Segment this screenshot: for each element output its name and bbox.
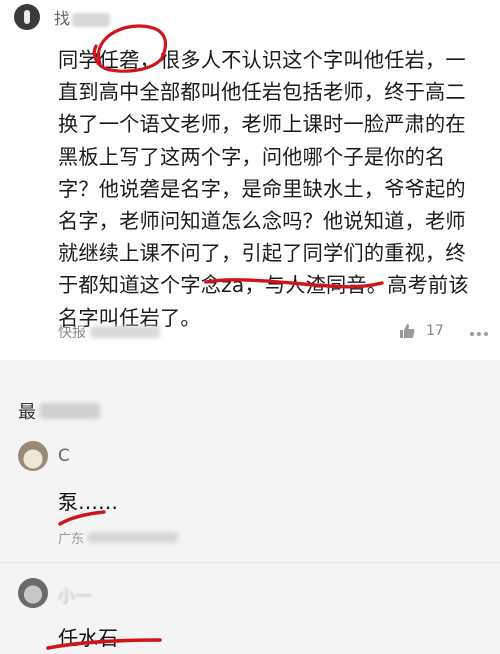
comment-author-name[interactable]: 小一 — [58, 582, 92, 607]
post-author[interactable]: 找 — [14, 4, 111, 30]
comment-avatar[interactable] — [18, 578, 48, 608]
thumbs-up-icon — [400, 324, 415, 338]
post-card: 找 同学任砻，很多人不认识这个字叫他任岩，一直到高中全部都叫他任岩包括老师，终于… — [0, 0, 500, 360]
author-name-blurred — [72, 12, 111, 27]
divider — [0, 562, 500, 563]
section-title-blurred — [40, 403, 100, 419]
comment-meta-blurred — [88, 532, 179, 543]
comment-text: 任水石 — [58, 626, 118, 650]
more-dots-icon[interactable] — [470, 332, 488, 336]
author-avatar[interactable] — [14, 4, 40, 30]
comment-avatar[interactable] — [18, 441, 48, 471]
comment-meta: 广东 — [58, 528, 179, 547]
like-button[interactable]: 17 — [398, 322, 444, 340]
post-source-blurred — [90, 326, 160, 338]
comment-author-name[interactable]: C — [58, 446, 70, 466]
post-body: 同学任砻，很多人不认识这个字叫他任岩，一直到高中全部都叫他任岩包括老师，终于高二… — [58, 48, 469, 330]
comments-section-title: 最 — [18, 398, 100, 424]
post-meta: 快报 — [58, 322, 160, 342]
like-count: 17 — [426, 323, 444, 339]
author-name: 找 — [54, 9, 71, 28]
post-source: 快报 — [58, 325, 86, 341]
comment-text: 泵…… — [58, 490, 118, 514]
